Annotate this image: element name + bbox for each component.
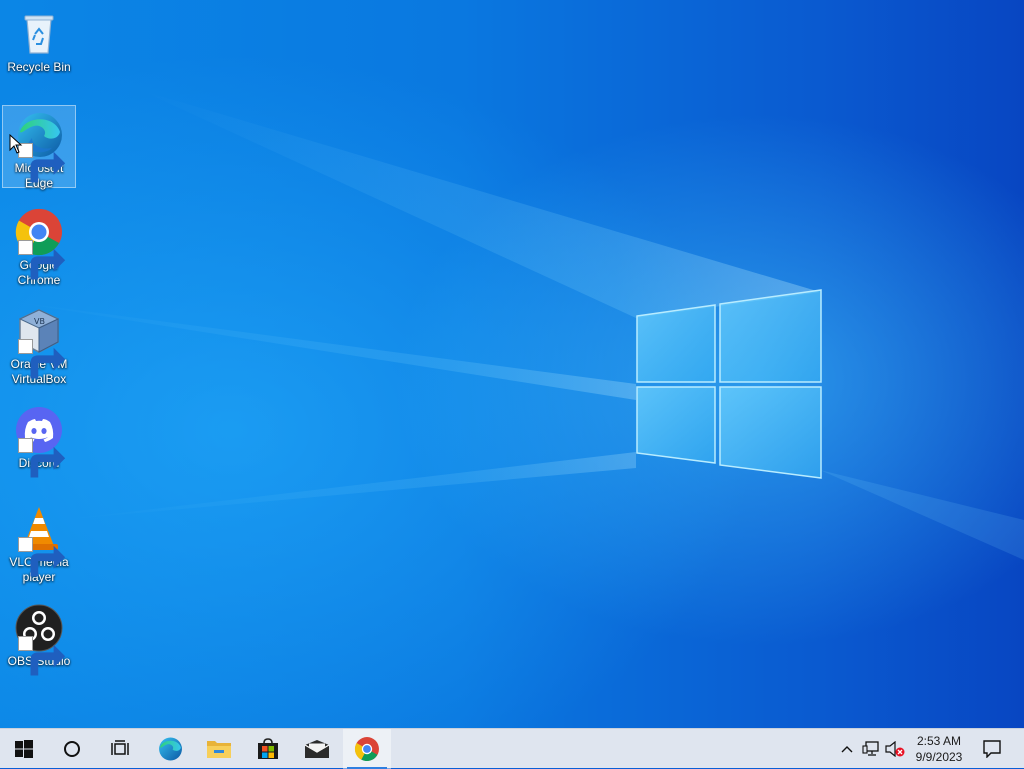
volume-button[interactable]: [884, 729, 906, 769]
file-explorer-icon: [207, 741, 231, 758]
chevron-up-icon: [841, 746, 853, 753]
action-center-button[interactable]: [976, 729, 1008, 769]
shortcut-arrow-icon: [18, 438, 66, 478]
shortcut-arrow-icon: [18, 636, 66, 676]
task-view-icon: [111, 740, 129, 755]
show-hidden-icons-button[interactable]: [836, 729, 858, 769]
desktop-icon-oracle-vm-virtualbox[interactable]: VB Oracle VM VirtualBox: [2, 301, 76, 388]
mail-icon: [304, 740, 330, 758]
clock[interactable]: 2:53 AM 9/9/2023: [906, 729, 972, 769]
desktop[interactable]: Recycle Bin Microsoft Edge Google Chrome…: [0, 0, 1024, 728]
shortcut-arrow-icon: [18, 240, 66, 280]
start-icon: [15, 740, 33, 758]
desktop-icon-recycle-bin[interactable]: Recycle Bin: [2, 4, 76, 76]
volume-muted-icon: [885, 741, 905, 757]
taskbar-file-explorer-button[interactable]: [195, 729, 243, 769]
clock-date: 9/9/2023: [915, 750, 963, 764]
taskbar-chrome-button[interactable]: [343, 729, 391, 769]
clock-time: 2:53 AM: [916, 734, 962, 748]
mouse-cursor-icon: [9, 134, 23, 154]
store-icon: [258, 738, 278, 759]
taskbar-store-button[interactable]: [244, 729, 292, 769]
desktop-icon-discord[interactable]: Discord: [2, 400, 76, 478]
start-button[interactable]: [0, 729, 48, 769]
search-button[interactable]: [48, 729, 96, 769]
edge-icon: [159, 737, 182, 761]
taskbar-edge-button[interactable]: [146, 729, 194, 769]
desktop-icon-vlc-media-player[interactable]: VLC media player: [2, 499, 76, 586]
network-status-button[interactable]: [860, 729, 882, 769]
taskbar: 2:53 AM 9/9/2023: [0, 728, 1024, 769]
desktop-icon-label: Recycle Bin: [7, 60, 71, 74]
windows-logo-wallpaper: [636, 289, 822, 479]
wallpaper-light-beams: [0, 90, 1024, 560]
shortcut-arrow-icon: [18, 537, 66, 577]
notification-icon: [983, 740, 1001, 758]
search-circle-icon: [64, 741, 80, 757]
shortcut-arrow-icon: [18, 339, 66, 379]
recycle-bin-icon: [24, 15, 54, 54]
desktop-icon-google-chrome[interactable]: Google Chrome: [2, 202, 76, 289]
svg-text:VB: VB: [34, 317, 45, 326]
network-wired-icon: [862, 741, 879, 756]
task-view-button[interactable]: [96, 729, 144, 769]
chrome-icon: [354, 737, 379, 762]
desktop-icon-obs-studio[interactable]: OBS Studio: [2, 598, 76, 676]
taskbar-mail-button[interactable]: [293, 729, 341, 769]
